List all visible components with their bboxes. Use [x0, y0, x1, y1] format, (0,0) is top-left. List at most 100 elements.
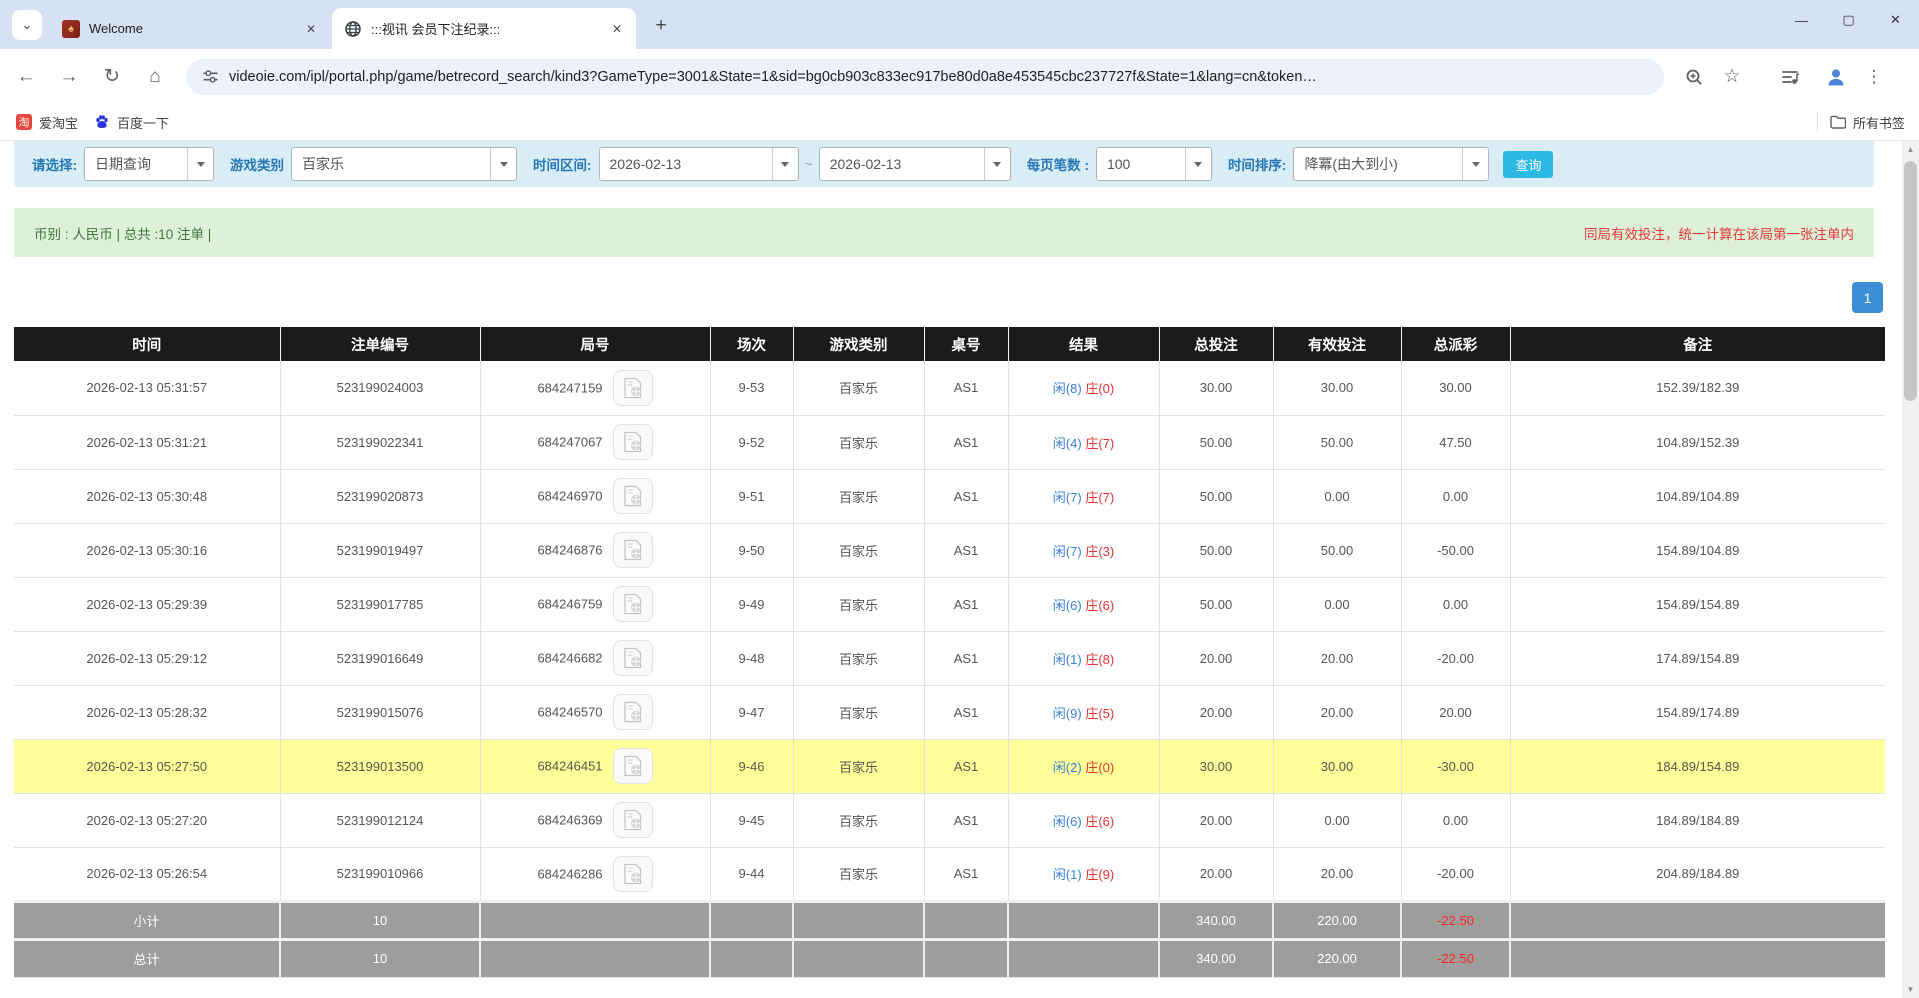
cell-table-no: AS1 [924, 577, 1008, 631]
cell-game-type: 百家乐 [793, 415, 924, 469]
video-replay-button[interactable] [613, 802, 653, 838]
cell-total-bet: 20.00 [1159, 685, 1273, 739]
cell-round-no: 684246759 [480, 577, 710, 631]
video-replay-button[interactable] [613, 424, 653, 460]
cell-table-no: AS1 [924, 415, 1008, 469]
video-replay-button[interactable] [613, 694, 653, 730]
reload-button[interactable]: ↻ [95, 60, 129, 94]
video-replay-button[interactable] [613, 640, 653, 676]
tab-search-button[interactable]: ⌄ [12, 10, 42, 40]
cell-round-no: 684247067 [480, 415, 710, 469]
col-header-result: 结果 [1008, 327, 1159, 361]
video-replay-button[interactable] [613, 478, 653, 514]
cell-bet-no: 523199012124 [280, 793, 480, 847]
cell-bet-no: 523199015076 [280, 685, 480, 739]
tab-welcome[interactable]: ♠ Welcome ✕ [50, 8, 330, 49]
summary-row: 小计10340.00220.00-22.50 [14, 901, 1885, 939]
cell-payout: 47.50 [1401, 415, 1510, 469]
sort-select[interactable]: 降冪(由大到小) [1293, 147, 1489, 181]
casino-favicon-icon: ♠ [62, 20, 80, 38]
bet-table-body: 2026-02-13 05:31:57523199024003684247159… [14, 361, 1885, 977]
summary-cell [793, 901, 924, 939]
all-bookmarks[interactable]: 所有书签 [1817, 113, 1905, 132]
cell-session: 9-45 [710, 793, 793, 847]
cell-time: 2026-02-13 05:26:54 [14, 847, 280, 901]
pagination-page-1[interactable]: 1 [1852, 282, 1883, 313]
close-tab-icon[interactable]: ✕ [608, 20, 626, 38]
close-window-button[interactable]: ✕ [1872, 0, 1919, 40]
query-button[interactable]: 查询 [1503, 151, 1553, 178]
table-row: 2026-02-13 05:28:32523199015076684246570… [14, 685, 1885, 739]
bookmark-aitaobao[interactable]: 淘 爱淘宝 [16, 113, 78, 132]
new-tab-button[interactable]: + [648, 13, 674, 39]
cell-round-no: 684246570 [480, 685, 710, 739]
scroll-down-icon[interactable]: ▼ [1902, 981, 1919, 998]
site-settings-icon[interactable] [202, 68, 219, 85]
video-replay-button[interactable] [613, 856, 653, 892]
page-scrollbar[interactable]: ▲ ▼ [1902, 141, 1919, 998]
divider [1817, 113, 1818, 131]
query-type-select[interactable]: 日期查询 [84, 147, 214, 181]
tab-bet-records[interactable]: :::视讯 会员下注纪录::: ✕ [332, 8, 636, 49]
bookmark-baidu[interactable]: 百度一下 [94, 113, 169, 132]
game-type-select[interactable]: 百家乐 [291, 147, 517, 181]
summary-cell [480, 939, 710, 977]
cell-round-no: 684246970 [480, 469, 710, 523]
result-banker: 庄(6) [1085, 598, 1114, 613]
back-button[interactable]: ← [9, 60, 43, 94]
cell-round-no: 684246369 [480, 793, 710, 847]
summary-cell [1510, 901, 1885, 939]
page-content: 请选择: 日期查询 游戏类别 百家乐 时间区间: 2026-02-13 ~ 20… [0, 141, 1902, 998]
video-replay-button[interactable] [613, 586, 653, 622]
dropdown-caret-icon [984, 148, 1010, 180]
cell-time: 2026-02-13 05:31:21 [14, 415, 280, 469]
sort-value: 降冪(由大到小) [1294, 148, 1462, 180]
summary-cell [1008, 901, 1159, 939]
cell-valid-bet: 50.00 [1273, 523, 1401, 577]
cell-round-no: 684246451 [480, 739, 710, 793]
minimize-button[interactable]: — [1778, 0, 1825, 40]
cell-session: 9-44 [710, 847, 793, 901]
video-replay-button[interactable] [613, 532, 653, 568]
table-row: 2026-02-13 05:29:12523199016649684246682… [14, 631, 1885, 685]
col-header-valid-bet: 有效投注 [1273, 327, 1401, 361]
select-label: 请选择: [32, 154, 77, 174]
maximize-button[interactable]: ▢ [1825, 0, 1872, 40]
media-controls-button[interactable] [1774, 61, 1806, 93]
game-type-value: 百家乐 [292, 148, 490, 180]
summary-cell [480, 901, 710, 939]
page-size-label: 每页笔数 : [1027, 154, 1089, 174]
forward-button[interactable]: → [52, 60, 86, 94]
bet-records-table: 时间 注单编号 局号 场次 游戏类别 桌号 结果 总投注 有效投注 总派彩 备注… [14, 327, 1885, 978]
summary-cell [1510, 939, 1885, 977]
zoom-button[interactable] [1678, 61, 1710, 93]
cell-total-bet: 30.00 [1159, 739, 1273, 793]
video-replay-button[interactable] [613, 748, 653, 784]
close-tab-icon[interactable]: ✕ [302, 20, 320, 38]
table-row: 2026-02-13 05:31:21523199022341684247067… [14, 415, 1885, 469]
date-separator: ~ [805, 156, 813, 172]
cell-payout: -20.00 [1401, 631, 1510, 685]
scroll-up-icon[interactable]: ▲ [1902, 141, 1919, 158]
cell-time: 2026-02-13 05:27:20 [14, 793, 280, 847]
home-button[interactable]: ⌂ [138, 60, 172, 94]
film-icon [621, 701, 645, 723]
dropdown-caret-icon [187, 148, 213, 180]
cell-total-bet: 50.00 [1159, 523, 1273, 577]
cell-game-type: 百家乐 [793, 739, 924, 793]
cell-bet-no: 523199019497 [280, 523, 480, 577]
video-replay-button[interactable] [613, 370, 653, 406]
date-to-select[interactable]: 2026-02-13 [819, 147, 1011, 181]
summary-cell [924, 939, 1008, 977]
address-bar[interactable]: videoie.com/ipl/portal.php/game/betrecor… [186, 59, 1664, 95]
menu-button[interactable]: ⋮ [1858, 61, 1890, 93]
page-size-select[interactable]: 100 [1096, 147, 1212, 181]
globe-favicon-icon [344, 20, 362, 38]
profile-button[interactable] [1820, 61, 1852, 93]
cell-bet-no: 523199013500 [280, 739, 480, 793]
date-from-select[interactable]: 2026-02-13 [599, 147, 799, 181]
scrollbar-thumb[interactable] [1904, 161, 1917, 401]
bookmark-button[interactable]: ☆ [1716, 61, 1748, 93]
cell-table-no: AS1 [924, 469, 1008, 523]
col-header-session: 场次 [710, 327, 793, 361]
